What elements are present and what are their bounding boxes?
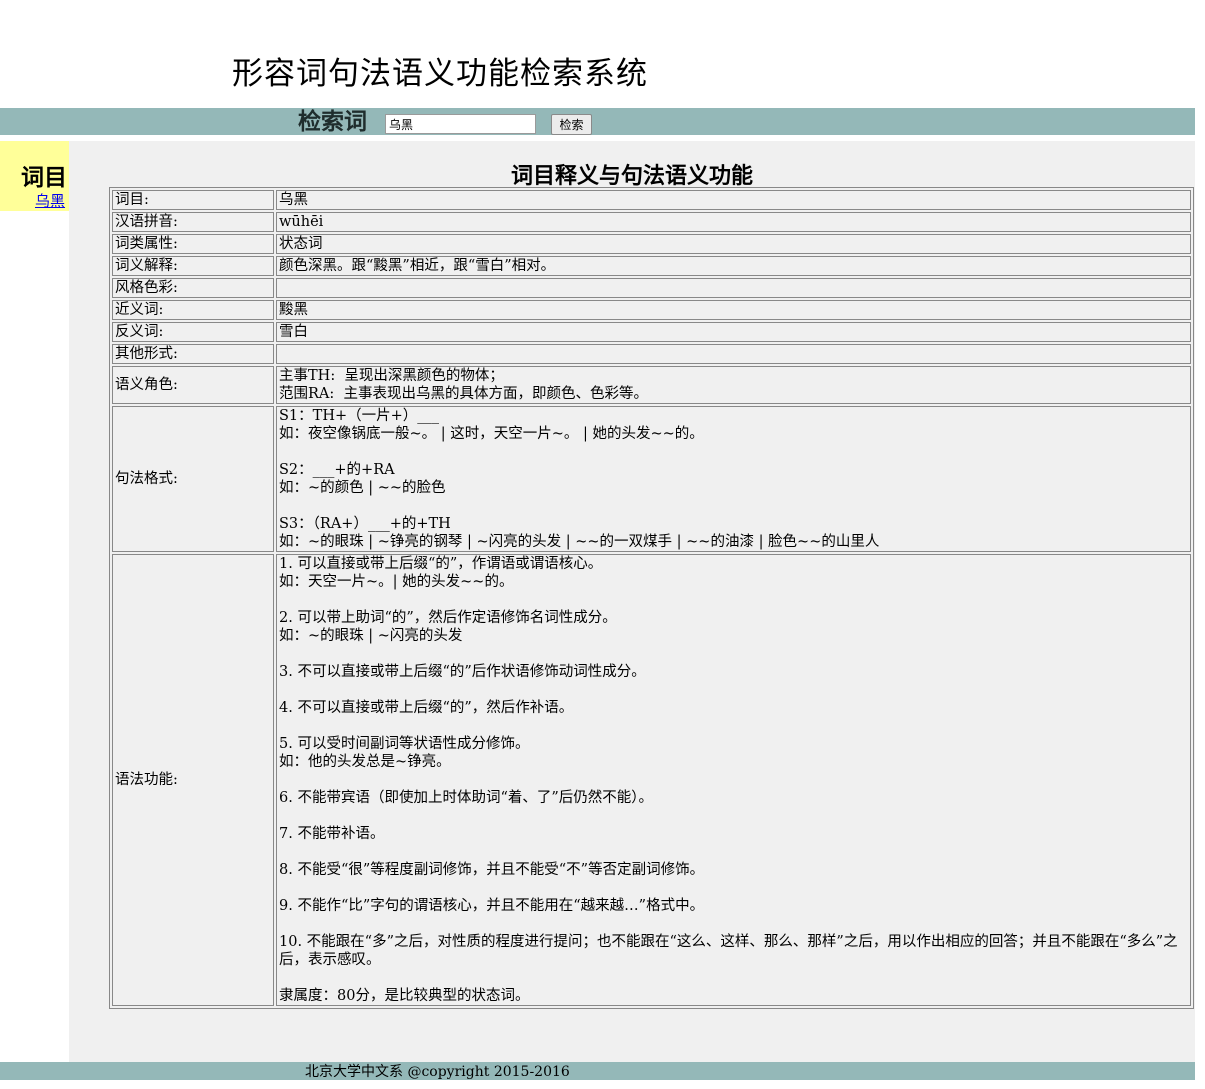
section-title: 词目释义与句法语义功能 xyxy=(510,163,753,189)
row-value: 颜色深黑。跟“黢黑”相近，跟“雪白”相对。 xyxy=(276,256,1191,276)
row-label: 语法功能: xyxy=(112,554,274,1006)
row-label: 语义角色: xyxy=(112,366,274,404)
sidebar-title: 词目 xyxy=(21,164,67,191)
row-label: 其他形式: xyxy=(112,344,274,364)
row-value: S1：TH+（一片+）___ 如：夜空像锅底一般~。 | 这时，天空一片~。 |… xyxy=(276,406,1191,552)
entry-table: 词目: 乌黑 汉语拼音: wūhēi 词类属性: 状态词 词义解释: 颜色深黑。… xyxy=(109,187,1194,1009)
row-value: 1. 可以直接或带上后缀“的”，作谓语或谓语核心。 如：天空一片~。| 她的头发… xyxy=(276,554,1191,1006)
page-title: 形容词句法语义功能检索系统 xyxy=(232,56,648,92)
row-value xyxy=(276,344,1191,364)
table-row: 近义词: 黢黑 xyxy=(112,300,1191,320)
row-label: 句法格式: xyxy=(112,406,274,552)
search-input[interactable] xyxy=(385,114,536,134)
table-row: 其他形式: xyxy=(112,344,1191,364)
table-row: 语义角色: 主事TH: 呈现出深黑颜色的物体； 范围RA: 主事表现出乌黑的具体… xyxy=(112,366,1191,404)
footer-copyright: 北京大学中文系 @copyright 2015-2016 xyxy=(305,1064,570,1080)
row-label: 词目: xyxy=(112,190,274,210)
search-label: 检索词 xyxy=(298,108,367,135)
row-label: 近义词: xyxy=(112,300,274,320)
table-row: 语法功能: 1. 可以直接或带上后缀“的”，作谓语或谓语核心。 如：天空一片~。… xyxy=(112,554,1191,1006)
sidebar-entry-link[interactable]: 乌黑 xyxy=(35,190,65,211)
table-row: 反义词: 雪白 xyxy=(112,322,1191,342)
table-row: 风格色彩: xyxy=(112,278,1191,298)
search-bar xyxy=(0,108,1195,135)
table-row: 词类属性: 状态词 xyxy=(112,234,1191,254)
row-label: 风格色彩: xyxy=(112,278,274,298)
footer-bar xyxy=(0,1062,1195,1080)
row-label: 词义解释: xyxy=(112,256,274,276)
table-row: 汉语拼音: wūhēi xyxy=(112,212,1191,232)
row-value: 主事TH: 呈现出深黑颜色的物体； 范围RA: 主事表现出乌黑的具体方面，即颜色… xyxy=(276,366,1191,404)
row-label: 词类属性: xyxy=(112,234,274,254)
row-value: 状态词 xyxy=(276,234,1191,254)
row-value xyxy=(276,278,1191,298)
row-value: wūhēi xyxy=(276,212,1191,232)
table-row: 句法格式: S1：TH+（一片+）___ 如：夜空像锅底一般~。 | 这时，天空… xyxy=(112,406,1191,552)
row-value: 乌黑 xyxy=(276,190,1191,210)
row-label: 反义词: xyxy=(112,322,274,342)
row-value: 雪白 xyxy=(276,322,1191,342)
search-button[interactable]: 检索 xyxy=(551,114,592,135)
table-row: 词目: 乌黑 xyxy=(112,190,1191,210)
row-label: 汉语拼音: xyxy=(112,212,274,232)
row-value: 黢黑 xyxy=(276,300,1191,320)
table-row: 词义解释: 颜色深黑。跟“黢黑”相近，跟“雪白”相对。 xyxy=(112,256,1191,276)
